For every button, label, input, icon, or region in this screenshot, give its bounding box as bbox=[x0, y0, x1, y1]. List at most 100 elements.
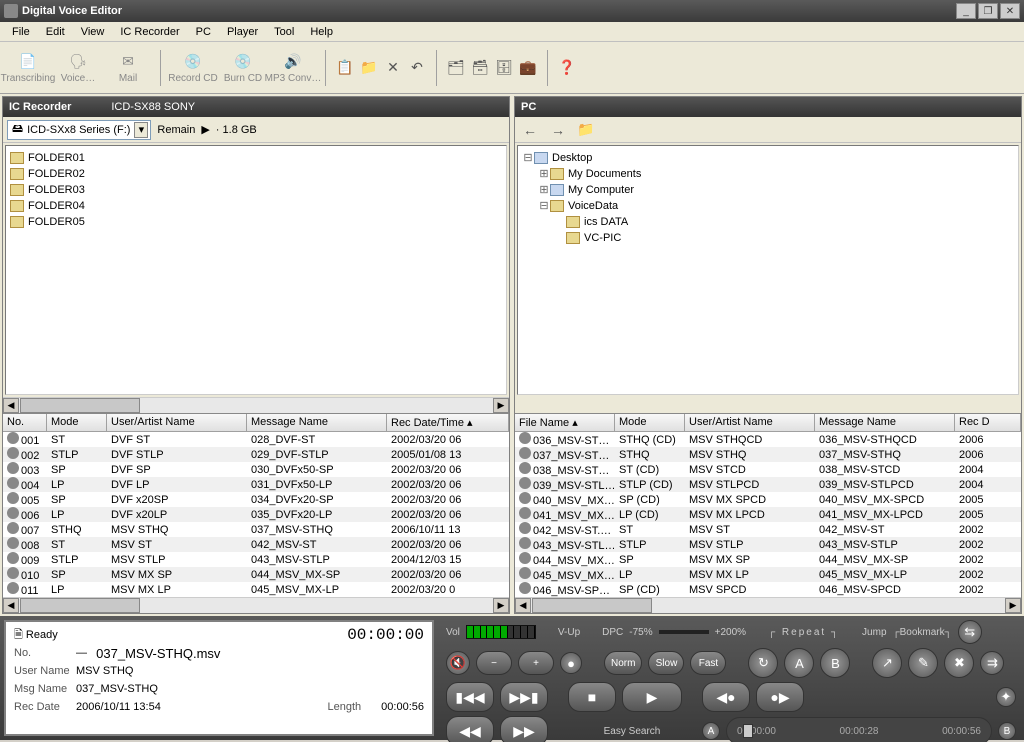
table-row[interactable]: 010SPMSV MX SP044_MSV_MX-SP2002/03/20 06 bbox=[3, 567, 509, 582]
tree-item[interactable]: ⊞My Documents bbox=[522, 166, 1014, 182]
stop-button[interactable]: ■ bbox=[568, 682, 616, 712]
vol-up-button[interactable]: + bbox=[518, 651, 554, 675]
timeline-knob[interactable] bbox=[743, 724, 753, 738]
col-filename[interactable]: File Name ▴ bbox=[515, 414, 615, 431]
dropdown-icon[interactable]: ▾ bbox=[134, 122, 148, 138]
easy-back-button[interactable]: ◀● bbox=[702, 682, 750, 712]
scroll-right-icon[interactable]: ▶ bbox=[493, 598, 509, 613]
table-row[interactable]: 043_MSV-STL…STLPMSV STLP043_MSV-STLP2002 bbox=[515, 537, 1021, 552]
collapse-icon[interactable]: ⊟ bbox=[538, 199, 550, 213]
menu-file[interactable]: File bbox=[4, 24, 38, 40]
slow-button[interactable]: Slow bbox=[648, 651, 684, 675]
menu-tool[interactable]: Tool bbox=[266, 24, 302, 40]
table-row[interactable]: 002STLPDVF STLP029_DVF-STLP2005/01/08 13 bbox=[3, 447, 509, 462]
help-icon[interactable]: ❓ bbox=[556, 57, 578, 79]
menu-player[interactable]: Player bbox=[219, 24, 266, 40]
vol-down-button[interactable]: − bbox=[476, 651, 512, 675]
mp3-button[interactable]: 🔊MP3 Conv… bbox=[269, 46, 317, 90]
table-row[interactable]: 046_MSV-SP…SP (CD)MSV SPCD046_MSV-SPCD20… bbox=[515, 582, 1021, 597]
nav-forward-icon[interactable]: → bbox=[547, 119, 569, 141]
folder-scrollbar[interactable]: ◀▶ bbox=[3, 397, 509, 413]
mode1-button[interactable]: ⇆ bbox=[958, 620, 982, 644]
table-row[interactable]: 036_MSV-ST…STHQ (CD)MSV STHQCD036_MSV-ST… bbox=[515, 432, 1021, 447]
b-button[interactable]: B bbox=[820, 648, 850, 678]
table-row[interactable]: 005SPDVF x20SP034_DVFx20-SP2002/03/20 06 bbox=[3, 492, 509, 507]
expand-icon[interactable]: ⊞ bbox=[538, 167, 550, 181]
table-row[interactable]: 009STLPMSV STLP043_MSV-STLP2004/12/03 15 bbox=[3, 552, 509, 567]
menu-pc[interactable]: PC bbox=[188, 24, 219, 40]
record-cd-button[interactable]: 💿Record CD bbox=[169, 46, 217, 90]
vup-toggle[interactable]: ● bbox=[560, 652, 582, 674]
table-row[interactable]: 038_MSV-ST…ST (CD)MSV STCD038_MSV-STCD20… bbox=[515, 462, 1021, 477]
collapse-icon[interactable]: ⊟ bbox=[522, 151, 534, 165]
a-marker[interactable]: A bbox=[702, 722, 720, 740]
table-row[interactable]: 007STHQMSV STHQ037_MSV-STHQ2006/10/11 13 bbox=[3, 522, 509, 537]
easy-fwd-button[interactable]: ●▶ bbox=[756, 682, 804, 712]
mute-button[interactable]: 🔇 bbox=[446, 651, 470, 675]
table-row[interactable]: 040_MSV_MX…SP (CD)MSV MX SPCD040_MSV_MX-… bbox=[515, 492, 1021, 507]
a-button[interactable]: A bbox=[784, 648, 814, 678]
folder-item[interactable]: FOLDER02 bbox=[10, 166, 502, 182]
folder-item[interactable]: FOLDER03 bbox=[10, 182, 502, 198]
bookmark-clear-button[interactable]: ✖ bbox=[944, 648, 974, 678]
tool2-icon[interactable]: 🗃 bbox=[469, 57, 491, 79]
scroll-left-icon[interactable]: ◀ bbox=[515, 598, 531, 613]
menu-view[interactable]: View bbox=[73, 24, 113, 40]
tree-item[interactable]: VC-PIC bbox=[522, 230, 1014, 246]
tree-item-voicedata[interactable]: ⊟VoiceData bbox=[522, 198, 1014, 214]
prev-track-button[interactable]: ▮◀◀ bbox=[446, 682, 494, 712]
minimize-button[interactable]: _ bbox=[956, 3, 976, 19]
timeline-slider[interactable]: 00:00:00 00:00:28 00:00:56 bbox=[726, 717, 992, 742]
tree-item[interactable]: ics DATA bbox=[522, 214, 1014, 230]
table-row[interactable]: 008STMSV ST042_MSV-ST2002/03/20 06 bbox=[3, 537, 509, 552]
folder-item[interactable]: FOLDER01 bbox=[10, 150, 502, 166]
table-row[interactable]: 003SPDVF SP030_DVFx50-SP2002/03/20 06 bbox=[3, 462, 509, 477]
voice-button[interactable]: 🗣Voice… bbox=[54, 46, 102, 90]
scroll-right-icon[interactable]: ▶ bbox=[493, 398, 509, 413]
col-user[interactable]: User/Artist Name bbox=[685, 414, 815, 431]
col-rec[interactable]: Rec Date/Time ▴ bbox=[387, 414, 509, 431]
copy-icon[interactable]: 📋 bbox=[334, 57, 356, 79]
col-no[interactable]: No. bbox=[3, 414, 47, 431]
close-button[interactable]: ✕ bbox=[1000, 3, 1020, 19]
repeat-button[interactable]: ↻ bbox=[748, 648, 778, 678]
rewind-button[interactable]: ◀◀ bbox=[446, 716, 494, 742]
table-row[interactable]: 044_MSV_MX…SPMSV MX SP044_MSV_MX-SP2002 bbox=[515, 552, 1021, 567]
menu-help[interactable]: Help bbox=[302, 24, 341, 40]
pc-grid-body[interactable]: 036_MSV-ST…STHQ (CD)MSV STHQCD036_MSV-ST… bbox=[515, 432, 1021, 597]
table-row[interactable]: 045_MSV_MX…LPMSV MX LP045_MSV_MX-LP2002 bbox=[515, 567, 1021, 582]
ic-grid-body[interactable]: 001STDVF ST028_DVF-ST2002/03/20 06002STL… bbox=[3, 432, 509, 597]
scroll-left-icon[interactable]: ◀ bbox=[3, 598, 19, 613]
col-msg[interactable]: Message Name bbox=[247, 414, 387, 431]
menu-ic-recorder[interactable]: IC Recorder bbox=[112, 24, 187, 40]
paste-icon[interactable]: 📁 bbox=[358, 57, 380, 79]
scroll-thumb[interactable] bbox=[532, 598, 652, 613]
tool4-icon[interactable]: 💼 bbox=[517, 57, 539, 79]
jump-button[interactable]: ↗ bbox=[872, 648, 902, 678]
col-mode[interactable]: Mode bbox=[47, 414, 107, 431]
table-row[interactable]: 001STDVF ST028_DVF-ST2002/03/20 06 bbox=[3, 432, 509, 447]
table-row[interactable]: 041_MSV_MX…LP (CD)MSV MX LPCD041_MSV_MX-… bbox=[515, 507, 1021, 522]
scroll-thumb[interactable] bbox=[20, 398, 140, 413]
folder-item[interactable]: FOLDER04 bbox=[10, 198, 502, 214]
play-small-icon[interactable]: ▶ bbox=[201, 123, 209, 136]
play-button[interactable]: ▶ bbox=[622, 682, 682, 712]
transcribing-button[interactable]: 📄Transcribing bbox=[4, 46, 52, 90]
col-user[interactable]: User/Artist Name bbox=[107, 414, 247, 431]
table-row[interactable]: 037_MSV-ST…STHQMSV STHQ037_MSV-STHQ2006 bbox=[515, 447, 1021, 462]
fast-forward-button[interactable]: ▶▶ bbox=[500, 716, 548, 742]
next-track-button[interactable]: ▶▶▮ bbox=[500, 682, 548, 712]
norm-button[interactable]: Norm bbox=[604, 651, 642, 675]
pc-tree[interactable]: ⊟Desktop ⊞My Documents ⊞My Computer ⊟Voi… bbox=[517, 145, 1019, 395]
ic-folder-list[interactable]: FOLDER01 FOLDER02 FOLDER03 FOLDER04 FOLD… bbox=[5, 145, 507, 395]
scroll-right-icon[interactable]: ▶ bbox=[1005, 598, 1021, 613]
table-row[interactable]: 039_MSV-STL…STLP (CD)MSV STLPCD039_MSV-S… bbox=[515, 477, 1021, 492]
scroll-left-icon[interactable]: ◀ bbox=[3, 398, 19, 413]
expand-icon[interactable]: ⊞ bbox=[538, 183, 550, 197]
table-row[interactable]: 042_MSV-ST.…STMSV ST042_MSV-ST2002 bbox=[515, 522, 1021, 537]
undo-icon[interactable]: ↶ bbox=[406, 57, 428, 79]
col-mode[interactable]: Mode bbox=[615, 414, 685, 431]
maximize-button[interactable]: ❐ bbox=[978, 3, 998, 19]
bookmark-add-button[interactable]: ✎ bbox=[908, 648, 938, 678]
col-rec[interactable]: Rec D bbox=[955, 414, 1021, 431]
